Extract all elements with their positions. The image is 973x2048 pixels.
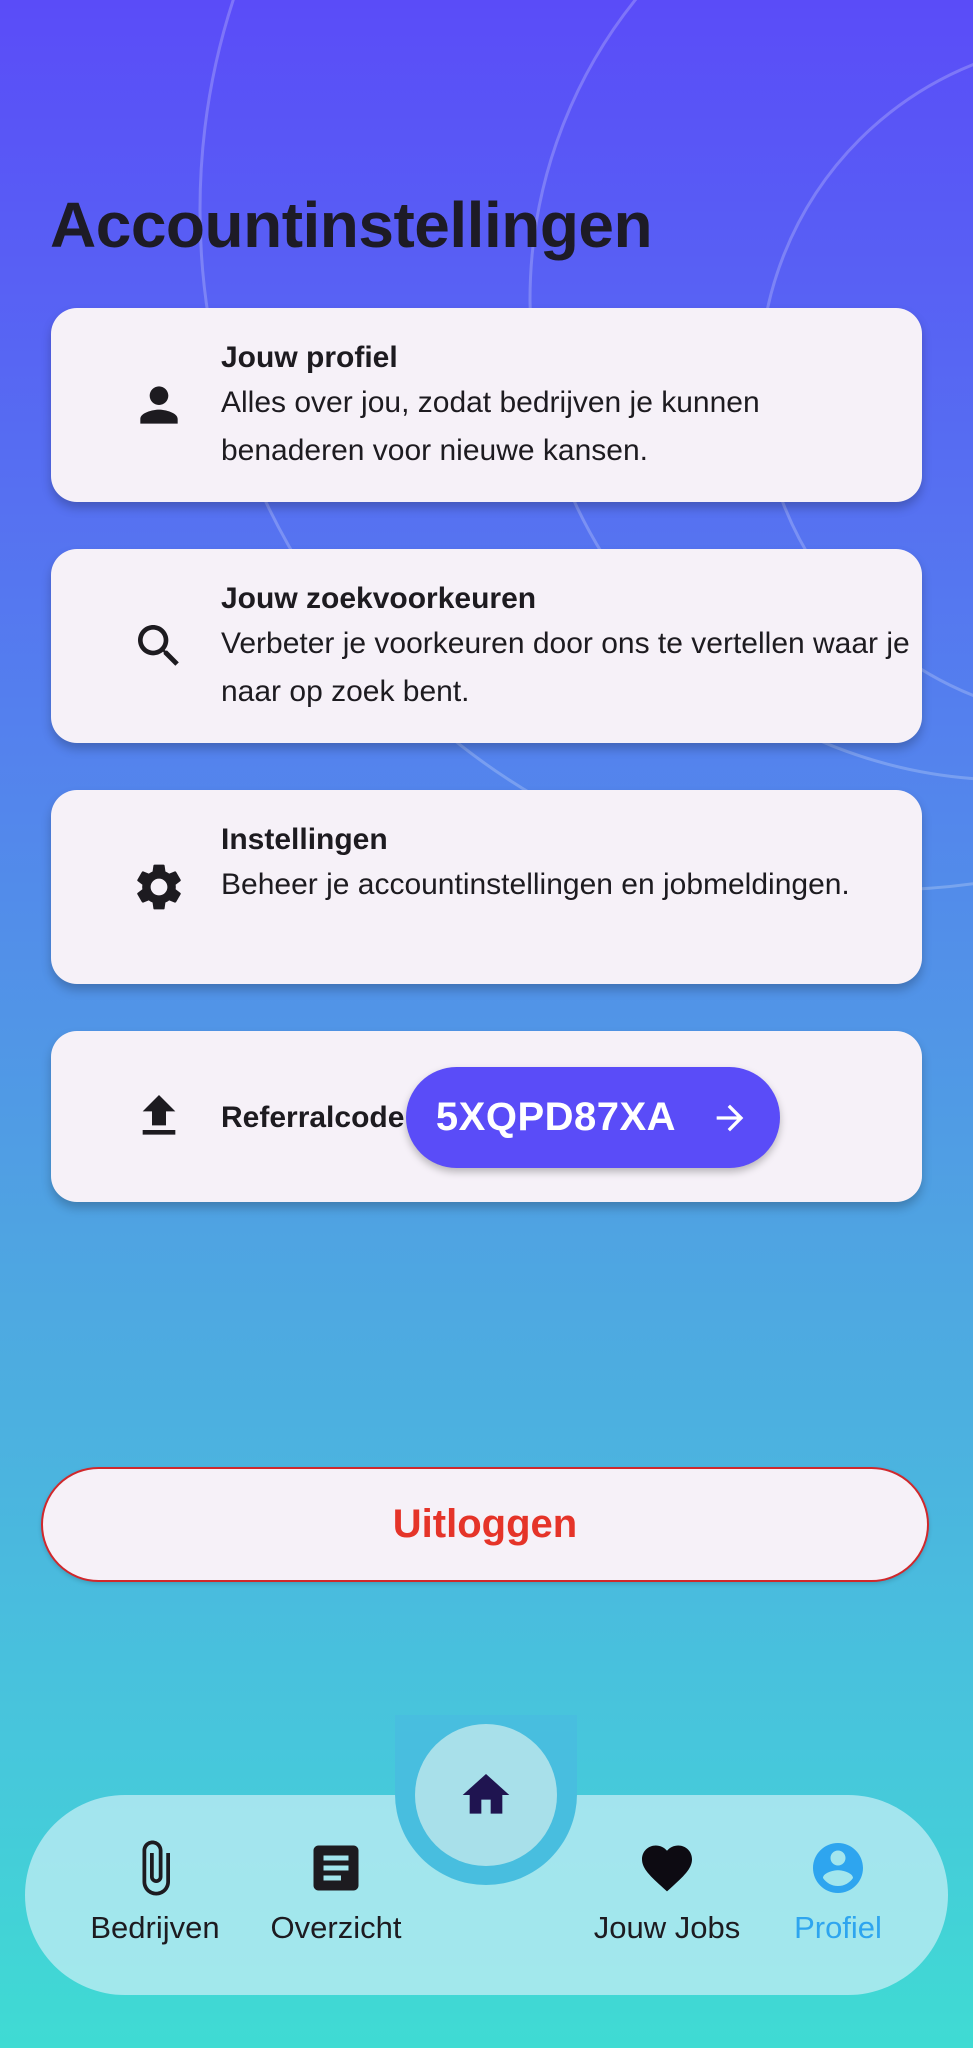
referral-code-button[interactable]: 5XQPD87XA: [406, 1067, 780, 1168]
logout-button[interactable]: Uitloggen: [41, 1467, 929, 1582]
card-description: Alles over jou, zodat bedrijven je kunne…: [221, 386, 760, 467]
logout-label: Uitloggen: [392, 1502, 578, 1546]
referral-code: 5XQPD87XA: [435, 1095, 677, 1139]
search-icon: [138, 625, 179, 666]
upload-icon: [142, 1095, 176, 1135]
gear-icon: [137, 864, 181, 910]
article-icon: [313, 1845, 359, 1891]
nav-item-bedrijven[interactable]: Bedrijven: [70, 1838, 240, 1946]
nav-item-profiel[interactable]: Profiel: [753, 1838, 923, 1946]
card-description: Beheer je accountinstellingen en jobmeld…: [221, 868, 850, 901]
settings-card[interactable]: Instellingen Beheer je accountinstelling…: [51, 790, 922, 984]
arrow-right-icon: [716, 1104, 744, 1131]
home-icon: [462, 1774, 510, 1814]
person-icon: [140, 386, 178, 424]
paperclip-icon: [142, 1840, 170, 1896]
referral-label: Referralcode:: [221, 1101, 415, 1134]
card-title: Jouw zoekvoorkeuren: [221, 582, 537, 615]
card-description: Verbeter je voorkeuren door ons te verte…: [221, 627, 910, 708]
referral-card: Referralcode: 5XQPD87XA: [51, 1031, 922, 1202]
nav-item-overzicht[interactable]: Overzicht: [251, 1838, 421, 1946]
nav-label: Bedrijven: [90, 1910, 220, 1945]
home-button[interactable]: [415, 1724, 557, 1866]
account-circle-icon: [813, 1843, 863, 1893]
nav-item-jouw-jobs[interactable]: Jouw Jobs: [582, 1838, 752, 1946]
heart-icon: [642, 1845, 692, 1892]
nav-label: Jouw Jobs: [593, 1910, 741, 1945]
nav-label: Overzicht: [270, 1910, 402, 1945]
profile-card[interactable]: Jouw profiel Alles over jou, zodat bedri…: [51, 308, 922, 502]
card-title: Instellingen: [221, 823, 388, 856]
page-title: Accountinstellingen: [50, 189, 653, 261]
search-preferences-card[interactable]: Jouw zoekvoorkeuren Verbeter je voorkeur…: [51, 549, 922, 743]
nav-label: Profiel: [794, 1910, 882, 1945]
card-title: Jouw profiel: [221, 341, 398, 374]
